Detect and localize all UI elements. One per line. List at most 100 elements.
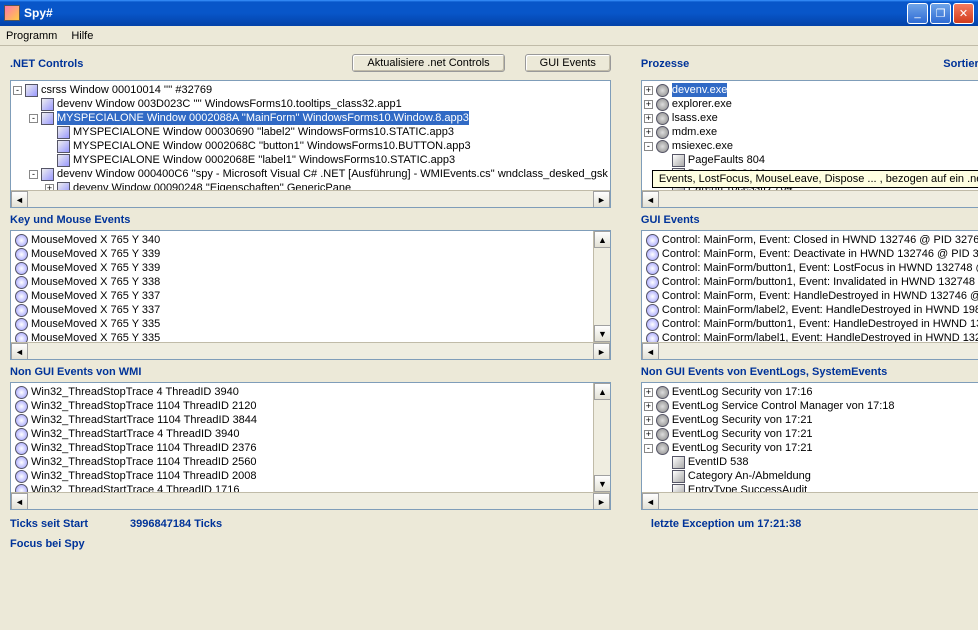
list-item[interactable]: Control: MainForm/button1, Event: LostFo…	[644, 261, 978, 275]
expand-icon[interactable]: +	[644, 402, 653, 411]
list-item[interactable]: Win32_ThreadStartTrace 4 ThreadID 3940	[13, 427, 608, 441]
tree-node[interactable]: -MYSPECIALONE Window 0002088A ''MainForm…	[13, 111, 608, 125]
bullet-icon	[15, 290, 28, 303]
list-item[interactable]: MouseMoved X 765 Y 340	[13, 233, 608, 247]
tree-node[interactable]: +Category An-/Abmeldung	[644, 469, 978, 483]
tree-node[interactable]: -devenv Window 000400C6 ''spy - Microsof…	[13, 167, 608, 181]
list-item[interactable]: Control: MainForm, Event: Deactivate in …	[644, 247, 978, 261]
gui-events-button[interactable]: GUI Events	[525, 54, 611, 72]
menu-programm[interactable]: Programm	[6, 30, 57, 42]
eventlogs-panel[interactable]: +EventLog Security von 17:16+EventLog Se…	[641, 382, 978, 510]
list-item[interactable]: MouseMoved X 765 Y 337	[13, 303, 608, 317]
app-icon	[4, 5, 20, 21]
tree-node-label: MYSPECIALONE Window 00030690 ''label2'' …	[73, 125, 454, 139]
prozesse-tree-panel[interactable]: +devenv.exe+explorer.exe+lsass.exe+mdm.e…	[641, 80, 978, 208]
list-item[interactable]: MouseMoved X 765 Y 335	[13, 317, 608, 331]
expand-icon[interactable]: +	[644, 114, 653, 123]
expand-icon[interactable]: +	[644, 86, 653, 95]
list-item[interactable]: Win32_ThreadStopTrace 1104 ThreadID 2376	[13, 441, 608, 455]
tree-node[interactable]: -msiexec.exe	[644, 139, 978, 153]
bullet-icon	[646, 304, 659, 317]
gui-events-panel[interactable]: Control: MainForm, Event: Closed in HWND…	[641, 230, 978, 360]
list-item[interactable]: Win32_ThreadStopTrace 1104 ThreadID 2120	[13, 399, 608, 413]
vscroll[interactable]: ▲▼	[593, 231, 610, 342]
expand-icon[interactable]: -	[644, 444, 653, 453]
eventlogs-label: Non GUI Events von EventLogs, SystemEven…	[641, 366, 978, 378]
gear-icon	[656, 140, 669, 153]
net-controls-tree-panel[interactable]: -csrss Window 00010014 '''' #32769+deven…	[10, 80, 611, 208]
tree-node[interactable]: + EventLog Security von 17:21	[644, 427, 978, 441]
tree-node[interactable]: +EventID 538	[644, 455, 978, 469]
maximize-button[interactable]: ❐	[930, 3, 951, 24]
list-item[interactable]: MouseMoved X 765 Y 339	[13, 261, 608, 275]
expand-icon[interactable]: -	[13, 86, 22, 95]
expand-icon[interactable]: -	[29, 114, 38, 123]
wmi-panel[interactable]: Win32_ThreadStopTrace 4 ThreadID 3940Win…	[10, 382, 611, 510]
hscroll[interactable]: ◄►	[11, 492, 610, 509]
tree-node[interactable]: +mdm.exe	[644, 125, 978, 139]
tree-node[interactable]: +lsass.exe	[644, 111, 978, 125]
bullet-icon	[15, 442, 28, 455]
left-column: .NET Controls Aktualisiere .net Controls…	[10, 52, 611, 550]
expand-icon[interactable]: -	[29, 170, 38, 179]
list-item[interactable]: Control: MainForm, Event: HandleDestroye…	[644, 289, 978, 303]
hscroll[interactable]: ◄►	[642, 190, 978, 207]
list-item[interactable]: MouseMoved X 765 Y 337	[13, 289, 608, 303]
list-item[interactable]: MouseMoved X 765 Y 334	[13, 359, 608, 360]
bullet-icon	[15, 360, 28, 361]
hscroll[interactable]: ◄►	[11, 190, 610, 207]
expand-icon[interactable]: +	[644, 100, 653, 109]
list-item[interactable]: Control: MainForm/label2, Event: HandleD…	[644, 303, 978, 317]
expand-icon[interactable]: +	[644, 416, 653, 425]
tree-node[interactable]: + EventLog Service Control Manager von 17…	[644, 399, 978, 413]
list-item[interactable]: MouseMoved X 765 Y 339	[13, 247, 608, 261]
gear-icon	[656, 126, 669, 139]
tree-node[interactable]: +devenv.exe	[644, 83, 978, 97]
bullet-icon	[646, 234, 659, 247]
key-mouse-panel[interactable]: MouseMoved X 765 Y 340MouseMoved X 765 Y…	[10, 230, 611, 360]
tree-node[interactable]: +MYSPECIALONE Window 0002068C ''button1'…	[13, 139, 608, 153]
tree-node[interactable]: +PageFaults 804	[644, 153, 978, 167]
tree-node[interactable]: +MYSPECIALONE Window 00030690 ''label2''…	[13, 125, 608, 139]
list-item[interactable]: MouseMoved X 765 Y 338	[13, 275, 608, 289]
list-item[interactable]: Control: MainForm/button1, Event: Dispos…	[644, 359, 978, 360]
minimize-button[interactable]: _	[907, 3, 928, 24]
bullet-icon	[15, 276, 28, 289]
tree-node[interactable]: +EventLog Security von 17:21	[644, 413, 978, 427]
list-item[interactable]: Control: MainForm/button1, Event: Handle…	[644, 317, 978, 331]
ticks-value: 3996847184 Ticks	[130, 518, 222, 530]
list-item-label: MouseMoved X 765 Y 335	[31, 317, 160, 331]
list-item[interactable]: Control: MainForm/button1, Event: Invali…	[644, 275, 978, 289]
vscroll[interactable]: ▲▼	[593, 383, 610, 492]
tree-node[interactable]: +EventLog Security von 17:16	[644, 385, 978, 399]
expand-icon[interactable]: +	[644, 128, 653, 137]
close-button[interactable]: ✕	[953, 3, 974, 24]
tree-node[interactable]: +MYSPECIALONE Window 0002068E ''label1''…	[13, 153, 608, 167]
list-item-label: Control: MainForm, Event: HandleDestroye…	[662, 289, 978, 303]
list-item-label: Win32_ThreadStopTrace 4 ThreadID 3940	[31, 385, 239, 399]
list-item[interactable]: Win32_ThreadStartTrace 1104 ThreadID 384…	[13, 413, 608, 427]
tree-node[interactable]: -csrss Window 00010014 '''' #32769	[13, 83, 608, 97]
list-item[interactable]: Win32_ThreadStopTrace 1104 ThreadID 2560	[13, 455, 608, 469]
tree-node[interactable]: +devenv Window 003D023C '''' WindowsForm…	[13, 97, 608, 111]
list-item[interactable]: Control: MainForm, Event: Closed in HWND…	[644, 233, 978, 247]
hscroll[interactable]: ◄►	[642, 492, 978, 509]
tree-node-label: Category An-/Abmeldung	[688, 469, 811, 483]
expand-icon[interactable]: +	[644, 430, 653, 439]
list-item-label: Control: MainForm/label2, Event: HandleD…	[662, 303, 978, 317]
expand-icon[interactable]: -	[644, 142, 653, 151]
menu-hilfe[interactable]: Hilfe	[71, 30, 93, 42]
list-item[interactable]: Win32_ThreadStopTrace 1104 ThreadID 2008	[13, 469, 608, 483]
bullet-icon	[646, 318, 659, 331]
hscroll[interactable]: ◄►	[642, 342, 978, 359]
expand-icon[interactable]: +	[644, 388, 653, 397]
tree-node[interactable]: +explorer.exe	[644, 97, 978, 111]
hscroll[interactable]: ◄►	[11, 342, 610, 359]
refresh-net-controls-button[interactable]: Aktualisiere .net Controls	[352, 54, 504, 72]
tree-node[interactable]: -EventLog Security von 17:21	[644, 441, 978, 455]
list-item[interactable]: Win32_ThreadStopTrace 4 ThreadID 3940	[13, 385, 608, 399]
tree-node-label: MYSPECIALONE Window 0002068C ''button1''…	[73, 139, 471, 153]
tree-node-label: EventLog Service Control Manager von 17:…	[672, 399, 895, 413]
list-item-label: Win32_ThreadStartTrace 4 ThreadID 3940	[31, 427, 240, 441]
tree-node-label: EventLog Security von 17:21	[672, 427, 813, 441]
